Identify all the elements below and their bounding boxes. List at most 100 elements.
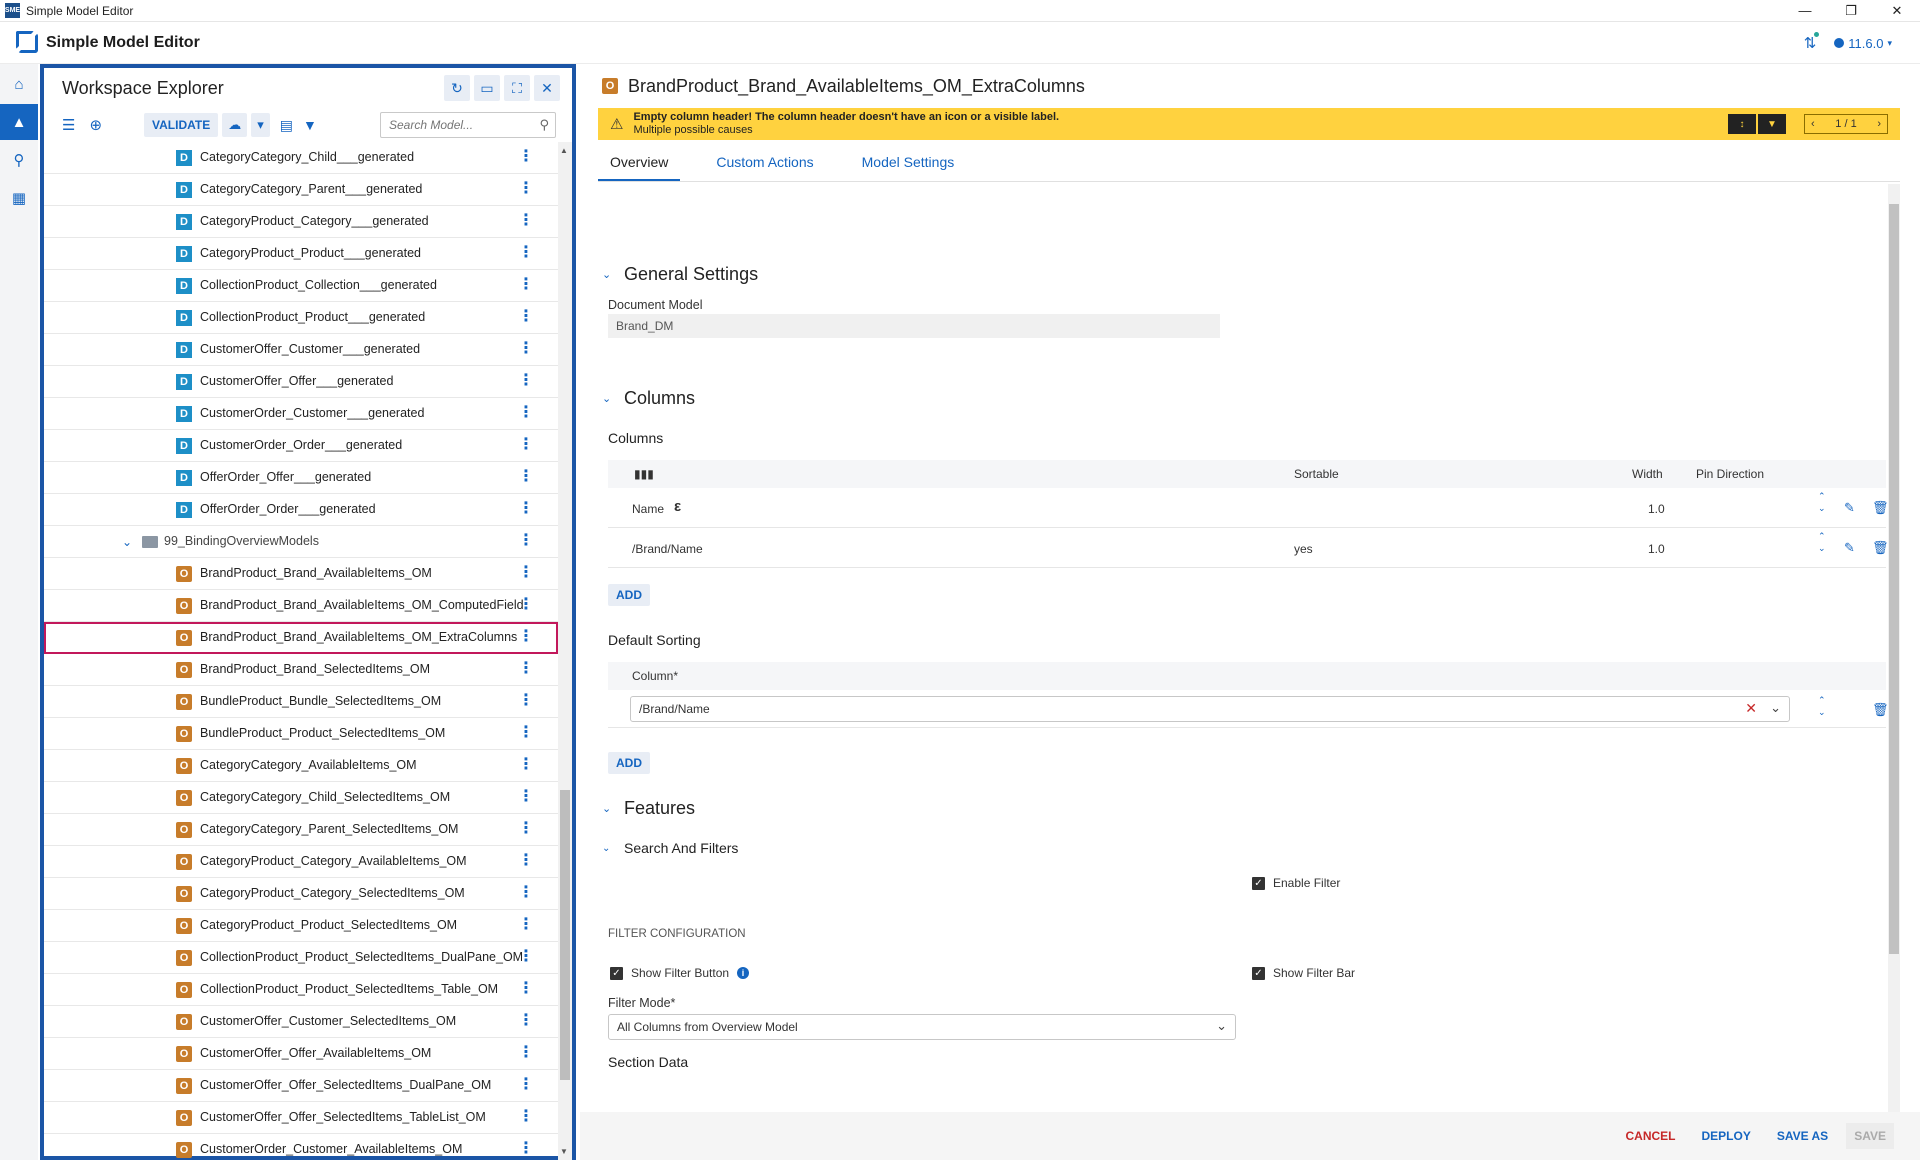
tree-folder[interactable]: ⌄ 99_BindingOverviewModels ⋮ bbox=[44, 526, 558, 558]
save-button[interactable]: SAVE bbox=[1846, 1123, 1894, 1149]
tree-item[interactable]: O CollectionProduct_Product_SelectedItems… bbox=[44, 974, 558, 1006]
save-as-button[interactable]: SAVE AS bbox=[1769, 1123, 1836, 1149]
delete-icon[interactable]: 🗑 bbox=[1872, 702, 1889, 718]
tree-item[interactable]: D CollectionProduct_Collection___generate… bbox=[44, 270, 558, 302]
kebab-menu-icon[interactable]: ⋮ bbox=[518, 1141, 534, 1157]
kebab-menu-icon[interactable]: ⋮ bbox=[518, 437, 534, 453]
tree-item[interactable]: D CollectionProduct_Product___generated ⋮ bbox=[44, 302, 558, 334]
kebab-menu-icon[interactable]: ⋮ bbox=[518, 213, 534, 229]
deploy-button[interactable]: DEPLOY bbox=[1694, 1123, 1759, 1149]
table-row[interactable]: /Brand/Name yes 1.0 ⌃ ⌄ ✎ 🗑 bbox=[608, 528, 1889, 568]
scrollbar-thumb[interactable] bbox=[560, 790, 570, 1080]
enable-filter-checkbox[interactable]: ✓ Enable Filter bbox=[1252, 876, 1340, 890]
notifications-icon[interactable]: ⇅ bbox=[1804, 32, 1819, 52]
move-up-down-icon[interactable]: ⌃ ⌄ bbox=[1818, 490, 1826, 514]
search-input[interactable] bbox=[389, 118, 529, 132]
tree-item[interactable]: D CustomerOffer_Customer___generated ⋮ bbox=[44, 334, 558, 366]
minimize-icon[interactable]: — bbox=[1782, 0, 1828, 22]
tree-item[interactable]: O CustomerOrder_Customer_AvailableItems_O… bbox=[44, 1134, 558, 1160]
move-up-down-icon[interactable]: ⌃ ⌄ bbox=[1818, 694, 1826, 718]
kebab-menu-icon[interactable]: ⋮ bbox=[518, 757, 534, 773]
kebab-menu-icon[interactable]: ⋮ bbox=[518, 565, 534, 581]
kebab-menu-icon[interactable]: ⋮ bbox=[518, 181, 534, 197]
kebab-menu-icon[interactable]: ⋮ bbox=[518, 277, 534, 293]
filter-mode-select[interactable]: All Columns from Overview Model ⌄ bbox=[608, 1014, 1236, 1040]
tree-item[interactable]: O CategoryProduct_Category_SelectedItems_… bbox=[44, 878, 558, 910]
show-filter-bar-checkbox[interactable]: ✓ Show Filter Bar bbox=[1252, 966, 1355, 980]
refresh-icon[interactable]: ↻ bbox=[444, 75, 470, 101]
dropdown-icon[interactable]: ▼ bbox=[1758, 114, 1786, 134]
move-up-down-icon[interactable]: ⌃ ⌄ bbox=[1818, 530, 1826, 554]
scroll-down-icon[interactable]: ▼ bbox=[560, 1147, 568, 1156]
kebab-menu-icon[interactable]: ⋮ bbox=[518, 981, 534, 997]
delete-icon[interactable]: 🗑 bbox=[1872, 540, 1889, 556]
next-icon[interactable]: › bbox=[1877, 118, 1881, 130]
kebab-menu-icon[interactable]: ⋮ bbox=[518, 309, 534, 325]
show-filter-button-checkbox[interactable]: ✓ Show Filter Button i bbox=[610, 966, 750, 980]
validate-button[interactable]: VALIDATE bbox=[144, 113, 219, 137]
table-row[interactable]: Name ε 1.0 ⌃ ⌄ ✎ 🗑 bbox=[608, 488, 1889, 528]
document-icon[interactable]: ▤ bbox=[280, 117, 293, 134]
menu-icon[interactable]: ☰ bbox=[62, 116, 75, 134]
tree-item[interactable]: D CustomerOffer_Offer___generated ⋮ bbox=[44, 366, 558, 398]
kebab-menu-icon[interactable]: ⋮ bbox=[518, 949, 534, 965]
tree-item[interactable]: O BrandProduct_Brand_SelectedItems_OM ⋮ bbox=[44, 654, 558, 686]
cloud-upload-icon[interactable]: ☁ bbox=[222, 113, 248, 137]
scroll-up-icon[interactable]: ▲ bbox=[560, 146, 568, 155]
tree-item[interactable]: D OfferOrder_Offer___generated ⋮ bbox=[44, 462, 558, 494]
restore-icon[interactable]: ❐ bbox=[1828, 0, 1874, 22]
kebab-menu-icon[interactable]: ⋮ bbox=[518, 501, 534, 517]
tree-item[interactable]: D CategoryCategory_Parent___generated ⋮ bbox=[44, 174, 558, 206]
search-model-field[interactable]: ⚲ bbox=[380, 112, 556, 138]
filter-icon[interactable]: ▼ bbox=[303, 117, 317, 133]
tree-item[interactable]: D CategoryProduct_Product___generated ⋮ bbox=[44, 238, 558, 270]
hierarchy-icon[interactable]: ▦ bbox=[0, 180, 38, 216]
scrollbar-thumb[interactable] bbox=[1889, 204, 1899, 954]
tree-item[interactable]: D CustomerOrder_Order___generated ⋮ bbox=[44, 430, 558, 462]
tree-item[interactable]: O BrandProduct_Brand_AvailableItems_OM_Ex… bbox=[44, 622, 558, 654]
kebab-menu-icon[interactable]: ⋮ bbox=[518, 1013, 534, 1029]
kebab-menu-icon[interactable]: ⋮ bbox=[518, 725, 534, 741]
tree-item[interactable]: O CustomerOffer_Offer_SelectedItems_Table… bbox=[44, 1102, 558, 1134]
explorer-scrollbar[interactable]: ▲ ▼ bbox=[558, 142, 572, 1160]
kebab-menu-icon[interactable]: ⋮ bbox=[518, 693, 534, 709]
kebab-menu-icon[interactable]: ⋮ bbox=[518, 149, 534, 165]
prev-icon[interactable]: ‹ bbox=[1811, 118, 1815, 130]
edit-icon[interactable]: ✎ bbox=[1844, 540, 1855, 556]
fullscreen-icon[interactable]: ⛶ bbox=[504, 75, 530, 101]
tree-item[interactable]: O CategoryProduct_Category_AvailableItems… bbox=[44, 846, 558, 878]
chevron-down-icon[interactable]: ⌄ bbox=[1770, 700, 1781, 716]
tree-item[interactable]: O CustomerOffer_Customer_SelectedItems_OM… bbox=[44, 1006, 558, 1038]
features-header[interactable]: ⌄ Features bbox=[602, 798, 695, 819]
search-nav-icon[interactable]: ⚲ bbox=[0, 142, 38, 178]
kebab-menu-icon[interactable]: ⋮ bbox=[518, 1045, 534, 1061]
tab-model-settings[interactable]: Model Settings bbox=[850, 144, 967, 181]
editor-scrollbar[interactable] bbox=[1888, 184, 1900, 1114]
home-icon[interactable]: ⌂ bbox=[0, 66, 38, 102]
kebab-menu-icon[interactable]: ⋮ bbox=[518, 245, 534, 261]
kebab-menu-icon[interactable]: ⋮ bbox=[518, 789, 534, 805]
chevron-down-icon[interactable]: ▾ bbox=[251, 113, 270, 137]
kebab-menu-icon[interactable]: ⋮ bbox=[518, 597, 534, 613]
tree-item[interactable]: O BrandProduct_Brand_AvailableItems_OM ⋮ bbox=[44, 558, 558, 590]
tree-item[interactable]: D CustomerOrder_Customer___generated ⋮ bbox=[44, 398, 558, 430]
add-sorting-button[interactable]: ADD bbox=[608, 752, 650, 774]
edit-icon[interactable]: ✎ bbox=[1844, 500, 1855, 516]
clear-icon[interactable]: ✕ bbox=[1745, 700, 1757, 717]
chevron-down-icon[interactable]: ⌄ bbox=[1216, 1018, 1227, 1034]
kebab-menu-icon[interactable]: ⋮ bbox=[518, 1077, 534, 1093]
tree-item[interactable]: O CategoryCategory_Child_SelectedItems_OM… bbox=[44, 782, 558, 814]
tab-custom-actions[interactable]: Custom Actions bbox=[704, 144, 825, 181]
kebab-menu-icon[interactable]: ⋮ bbox=[518, 853, 534, 869]
kebab-menu-icon[interactable]: ⋮ bbox=[518, 341, 534, 357]
kebab-menu-icon[interactable]: ⋮ bbox=[518, 469, 534, 485]
chevron-down-icon[interactable]: ⌄ bbox=[122, 535, 142, 549]
close-icon[interactable]: ✕ bbox=[534, 75, 560, 101]
tree-item[interactable]: O CollectionProduct_Product_SelectedItems… bbox=[44, 942, 558, 974]
tree-item[interactable]: O CategoryCategory_AvailableItems_OM ⋮ bbox=[44, 750, 558, 782]
expand-collapse-icon[interactable]: ↕ bbox=[1728, 114, 1756, 134]
tree-item[interactable]: D CategoryProduct_Category___generated ⋮ bbox=[44, 206, 558, 238]
explorer-nav-icon[interactable]: ▲ bbox=[0, 104, 38, 140]
delete-icon[interactable]: 🗑 bbox=[1872, 500, 1889, 516]
version-menu[interactable]: 11.6.0 ▾ bbox=[1834, 36, 1892, 51]
